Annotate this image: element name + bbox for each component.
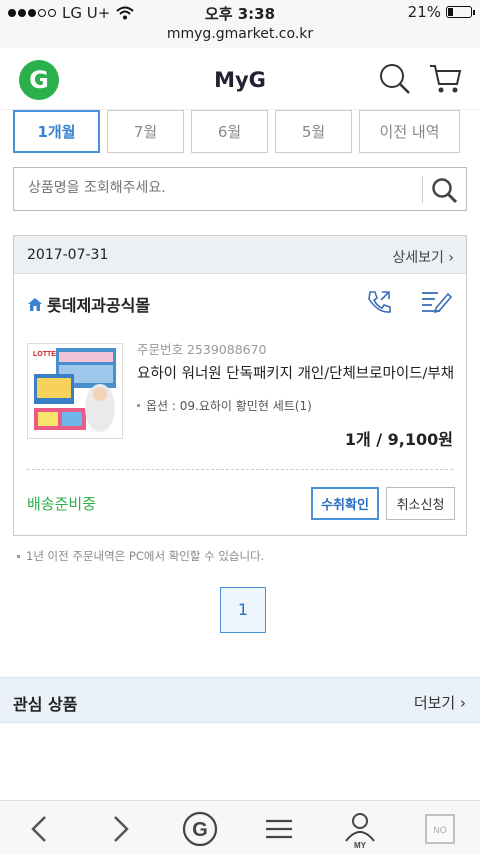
card-divider — [27, 469, 453, 470]
history-note-text: 1년 이전 주문내역은 PC에서 확인할 수 있습니다. — [26, 549, 265, 563]
no-label: NO — [433, 825, 447, 835]
order-number: 주문번호 2539088670 — [137, 342, 267, 357]
status-bar: LG U+ 오후 3:38 21% — [0, 0, 480, 26]
product-thumbnail[interactable]: LOTTE — [27, 343, 123, 439]
home-g-icon[interactable]: G — [180, 809, 220, 849]
write-review-icon[interactable] — [420, 289, 452, 315]
tab-previous[interactable]: 이전 내역 — [359, 110, 460, 153]
page-button[interactable]: 1 — [220, 587, 266, 633]
tab-june[interactable]: 6월 — [191, 110, 268, 153]
product-option: 옵션 : 09.요하이 황민현 세트(1) — [137, 397, 312, 414]
search-input[interactable] — [28, 180, 408, 196]
bullet-icon — [137, 404, 140, 407]
detail-link[interactable]: 상세보기 › — [392, 247, 454, 267]
option-text: 옵션 : 09.요하이 황민현 세트(1) — [146, 399, 312, 413]
bottom-toolbar: G MY NO — [0, 800, 480, 854]
tab-1-month[interactable]: 1개월 — [13, 110, 100, 153]
seller-name: 롯데제과공식몰 — [47, 296, 151, 315]
tab-may[interactable]: 5월 — [275, 110, 352, 153]
chevron-right-icon: › — [448, 250, 454, 266]
recent-items-icon[interactable]: NO — [420, 809, 460, 849]
app-header: G MyG — [0, 48, 480, 110]
order-date: 2017-07-31 — [27, 247, 109, 263]
interest-products-section: 관심 상품 더보기 › — [0, 677, 480, 723]
my-label: MY — [354, 841, 367, 849]
home-g-letter: G — [192, 819, 208, 841]
battery-percent: 21% — [407, 3, 441, 21]
product-image: LOTTE — [28, 344, 122, 438]
menu-icon[interactable] — [259, 809, 299, 849]
order-card-header: 2017-07-31 상세보기 › — [14, 236, 466, 274]
history-note: 1년 이전 주문내역은 PC에서 확인할 수 있습니다. — [17, 548, 264, 564]
search-icon[interactable] — [378, 62, 412, 96]
back-icon[interactable] — [20, 809, 60, 849]
product-name[interactable]: 요하이 워너원 단독패키지 개인/단체브로마이드/부채 — [137, 362, 454, 383]
call-seller-icon[interactable] — [366, 289, 392, 315]
url-bar[interactable]: mmyg.gmarket.co.kr — [0, 26, 480, 48]
search-button-icon[interactable] — [430, 176, 460, 204]
bullet-icon — [17, 554, 20, 558]
seller-link[interactable]: 롯데제과공식몰 — [27, 292, 150, 316]
my-account-icon[interactable]: MY — [340, 809, 380, 849]
order-card: 2017-07-31 상세보기 › 롯데제과공식몰 LOTTE 주문번호 253… — [13, 235, 467, 536]
period-tabs: 1개월 7월 6월 5월 이전 내역 — [13, 110, 467, 154]
cancel-request-button[interactable]: 취소신청 — [386, 487, 455, 520]
battery-info: 21% — [407, 3, 475, 21]
thumbnail-brand: LOTTE — [33, 351, 56, 358]
cart-icon[interactable] — [428, 62, 462, 96]
chevron-right-icon: › — [460, 694, 466, 712]
interest-title: 관심 상품 — [13, 695, 78, 714]
tab-july[interactable]: 7월 — [107, 110, 184, 153]
quantity-price: 1개 / 9,100원 — [344, 430, 453, 449]
more-link[interactable]: 더보기 › — [414, 692, 466, 713]
forward-icon[interactable] — [100, 809, 140, 849]
search-divider — [422, 176, 423, 203]
home-icon — [28, 297, 42, 311]
delivery-status: 배송준비중 — [27, 495, 97, 513]
product-search — [13, 167, 467, 211]
confirm-receipt-button[interactable]: 수취확인 — [311, 487, 379, 520]
battery-icon — [446, 6, 475, 18]
url-text: mmyg.gmarket.co.kr — [166, 26, 314, 42]
